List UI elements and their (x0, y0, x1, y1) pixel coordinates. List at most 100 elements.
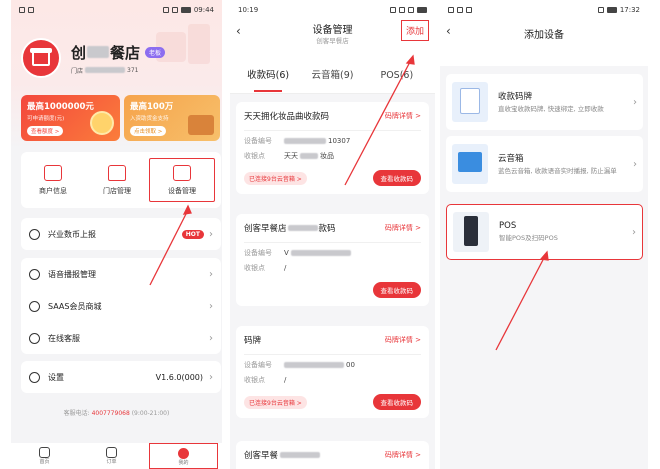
app-version: V1.6.0(000) (155, 372, 203, 382)
device-manage-icon (173, 164, 191, 181)
list-item-online-service[interactable]: 在线客服 › (21, 322, 221, 354)
code-details-link[interactable]: 码牌详情 > (385, 111, 421, 121)
field-label: 收银点 (244, 152, 265, 160)
contact-phone-link[interactable]: 4007779068 (92, 410, 130, 417)
code-details-link[interactable]: 码牌详情 > (385, 335, 421, 345)
status-bar: 09:44 (11, 0, 222, 20)
device-number: 10307 (284, 136, 350, 146)
device-type-tabs: 收款码(6) 云音箱(9) POS(6) (230, 60, 435, 94)
chevron-right-icon: › (209, 300, 213, 312)
device-option-title: 云音箱 (498, 154, 524, 164)
chevron-right-icon: › (633, 96, 637, 108)
tab-home[interactable]: 首页 (11, 443, 78, 469)
store-manage-icon (108, 164, 126, 181)
tab-payment-codes[interactable]: 收款码(6) (236, 60, 300, 94)
chevron-right-icon: › (633, 158, 637, 170)
list-item-label: SAAS会员商城 (48, 301, 102, 311)
field-label: 设备编号 (244, 361, 272, 369)
device-number: V (284, 248, 351, 258)
menu-store-manage[interactable]: 门店管理 (85, 152, 149, 208)
view-quota-button[interactable]: 查看额度 > (27, 126, 64, 136)
list-item-label: 语音播报管理 (48, 269, 96, 279)
device-card-title: 创客早餐 (244, 449, 321, 461)
device-card-title: 天天拥化妆品曲收款码 (244, 112, 330, 122)
status-bar: 17:32 (440, 0, 648, 20)
view-code-button[interactable]: 查看收款码 (372, 282, 421, 298)
cloud-speaker-icon (452, 144, 488, 184)
cashier-point: 天天 妆品 (284, 152, 334, 160)
list-item-voice-broadcast[interactable]: 语音播报管理 › (21, 258, 221, 290)
claim-button[interactable]: 点击领取 > (130, 126, 167, 136)
list-item-label: 兴业数币上报 (48, 229, 96, 239)
device-option-cloud-speaker[interactable]: 云音箱 蓝色云音箱, 收款语音实时播报, 防止漏单 › (446, 136, 643, 192)
nav-bar: ‹ 设备管理 创客早餐店 添加 (230, 20, 435, 60)
code-details-link[interactable]: 码牌详情 > (385, 223, 421, 233)
settings-icon (29, 371, 40, 383)
status-bar: 10:19 (230, 0, 435, 20)
quick-menu: 商户信息 门店管理 设备管理 (21, 152, 221, 208)
list-item-saas-mall[interactable]: SAAS会员商城 › (21, 290, 221, 322)
device-card: 创客早餐 码牌详情 > (236, 441, 429, 469)
device-option-desc: 智能POS及扫码POS (499, 234, 558, 242)
cashier-point: / (284, 376, 287, 384)
menu-label: 门店管理 (103, 186, 131, 195)
status-time: 17:32 (619, 6, 640, 14)
voice-broadcast-icon (29, 268, 40, 280)
menu-merchant-info[interactable]: 商户信息 (21, 152, 85, 208)
cashier-point: / (284, 264, 287, 272)
list-group-settings: 设置 V1.6.0(000) › (21, 361, 221, 393)
promo-title: 最高100万 (130, 102, 174, 112)
field-label: 收银点 (244, 264, 265, 272)
supply-promo-card[interactable]: 最高100万 入资助货金支持 点击领取 > (124, 95, 220, 141)
chevron-right-icon: › (632, 226, 636, 238)
tab-orders[interactable]: 订单 (78, 443, 145, 469)
field-label: 收银点 (244, 376, 265, 384)
menu-label: 商户信息 (39, 186, 67, 195)
phone-device-manage-screen: 10:19 ‹ 设备管理 创客早餐店 添加 收款码(6) 云音箱(9) POS(… (230, 0, 435, 469)
tab-cloud-speakers[interactable]: 云音箱(9) (300, 60, 364, 94)
list-item-settings[interactable]: 设置 V1.6.0(000) › (21, 361, 221, 393)
device-option-pos[interactable]: POS 智能POS及扫码POS › (446, 204, 643, 260)
tab-profile[interactable]: 我的 (149, 443, 218, 469)
device-number: 00 (284, 360, 355, 370)
contact-line: 客服电话: 4007779068 (9:00-21:00) (63, 410, 170, 417)
device-card-title: 创客早餐店 款码 (244, 224, 336, 234)
phone-add-device-screen: 17:32 ‹ 添加设备 收款码牌 直收宝收款码牌, 快速绑定, 立即收款 › … (440, 0, 648, 469)
nav-bar: ‹ 添加设备 (440, 20, 648, 66)
device-card: 码牌 码牌详情 > 设备编号 00 收银点 / 已连接9台云音箱 > 查看收款码 (236, 326, 429, 418)
shop-icon (30, 48, 52, 66)
chevron-right-icon: › (209, 371, 213, 383)
add-device-button[interactable]: 添加 (400, 20, 429, 41)
device-option-qr-stand[interactable]: 收款码牌 直收宝收款码牌, 快速绑定, 立即收款 › (446, 74, 643, 130)
list-group-services: 语音播报管理 › SAAS会员商城 › 在线客服 › (21, 258, 221, 354)
store-logo (21, 38, 61, 78)
list-item-label: 设置 (48, 372, 64, 382)
field-label: 设备编号 (244, 249, 272, 257)
device-card: 天天拥化妆品曲收款码 码牌详情 > 设备编号 10307 收银点 天天 妆品 已连接9台… (236, 102, 429, 194)
store-name: 创餐店 老板 (71, 42, 166, 63)
tab-pos[interactable]: POS(6) (365, 60, 429, 94)
profile-icon (178, 448, 189, 459)
device-card: 创客早餐店 款码 码牌详情 > 设备编号 V 收银点 / 查看收款码 (236, 214, 429, 306)
code-details-link[interactable]: 码牌详情 > (385, 450, 421, 460)
qr-stand-icon (452, 82, 488, 122)
menu-label: 设备管理 (168, 186, 196, 195)
device-option-title: POS (499, 221, 517, 231)
list-item-label: 在线客服 (48, 333, 80, 343)
list-group-digital-currency: 兴业数币上报 HOT › (21, 218, 221, 250)
menu-device-manage[interactable]: 设备管理 (149, 158, 215, 202)
store-header[interactable]: 创餐店 老板 门店 371 (21, 38, 212, 78)
loan-promo-card[interactable]: 最高1000000元 可申请额度(元) 查看额度 > (21, 95, 120, 141)
hot-badge: HOT (181, 229, 204, 239)
view-code-button[interactable]: 查看收款码 (372, 170, 421, 186)
view-code-button[interactable]: 查看收款码 (372, 394, 421, 410)
chevron-right-icon: › (209, 228, 213, 240)
coin-icon (90, 111, 114, 135)
tab-label: 订单 (106, 459, 117, 465)
home-icon (39, 447, 50, 458)
linked-speakers-pill[interactable]: 已连接9台云音箱 > (244, 395, 307, 409)
list-item-digital-currency[interactable]: 兴业数币上报 HOT › (21, 218, 221, 250)
status-time: 09:44 (193, 6, 214, 14)
device-option-title: 收款码牌 (498, 92, 533, 102)
linked-speakers-pill[interactable]: 已连接9台云音箱 > (244, 171, 307, 185)
